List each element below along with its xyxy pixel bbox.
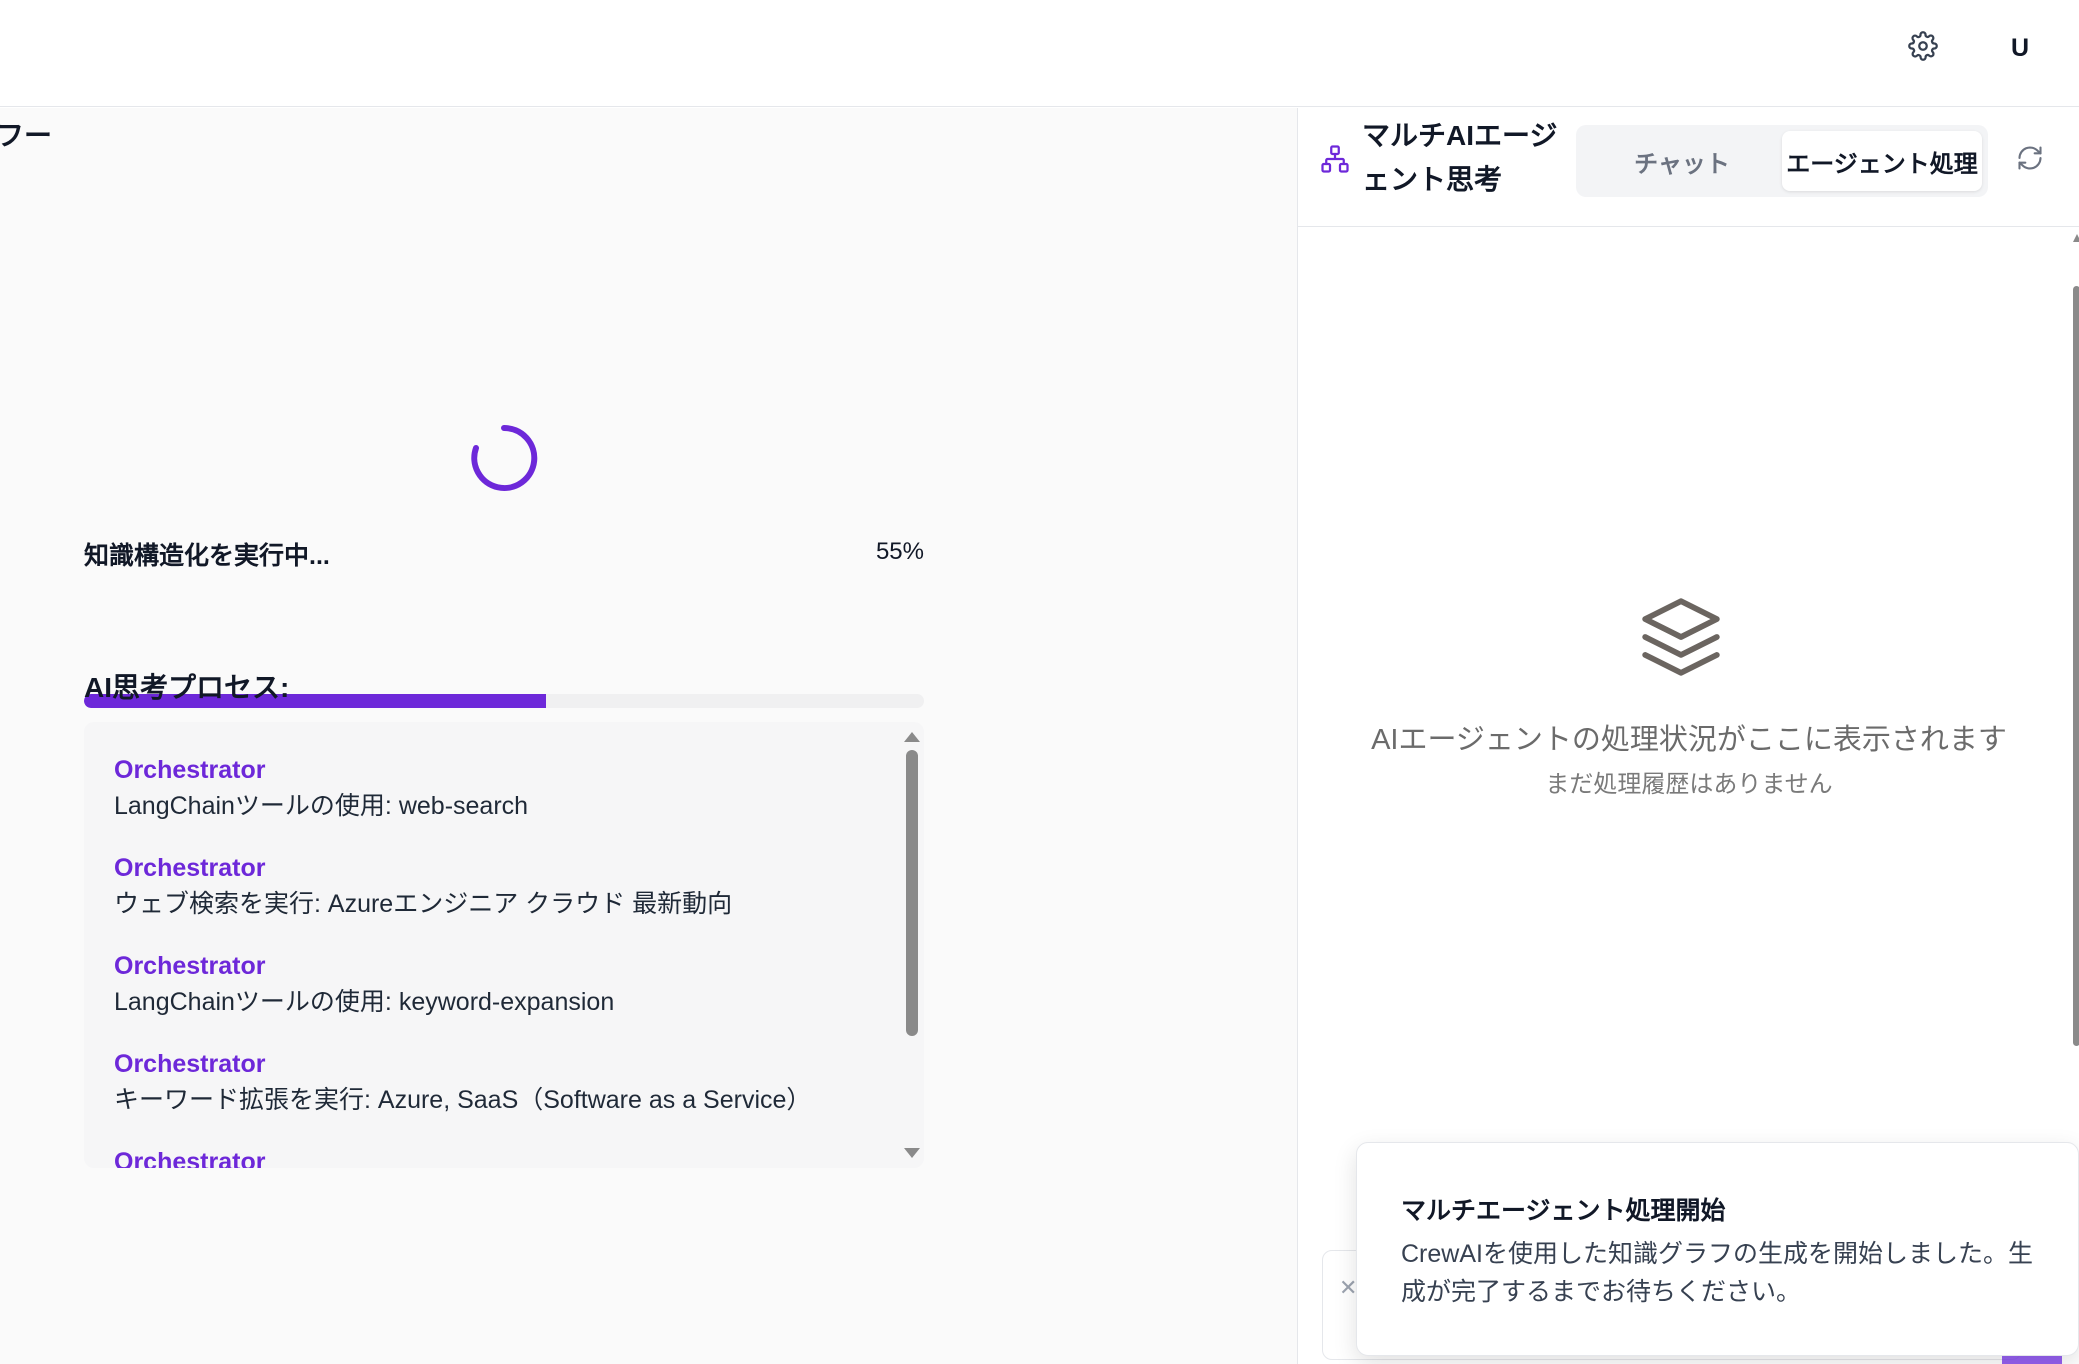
- refresh-button[interactable]: [2012, 140, 2048, 176]
- agent-panel-title: マルチAIエージェント思考: [1362, 120, 1558, 195]
- log-message: LangChainツールの使用: keyword-expansion: [114, 988, 615, 1016]
- tab-agent-processing[interactable]: エージェント処理: [1782, 131, 1982, 191]
- log-agent-name: Orchestrator: [114, 854, 266, 882]
- log-agent-name: Orchestrator: [114, 952, 266, 980]
- top-bar: U: [0, 0, 2079, 107]
- log-agent-name: Orchestrator: [114, 756, 266, 784]
- scroll-down-arrow-icon[interactable]: [904, 1148, 920, 1158]
- panel-scroll-up-arrow-icon[interactable]: [2073, 234, 2079, 242]
- panel-tabs: チャット エージェント処理: [1576, 125, 1988, 197]
- agent-panel-header: マルチAIエージェント思考 チャット エージェント処理: [1298, 108, 2079, 227]
- process-heading: AI思考プロセス:: [84, 672, 290, 703]
- toast-body: CrewAIを使用した知識グラフの生成を開始しました。生成が完了するまでお待ちく…: [1401, 1240, 2033, 1306]
- empty-state-subtitle: まだ処理履歴はありません: [1545, 771, 1833, 798]
- log-message: ウェブ検索を実行: Azureエンジニア クラウド 最新動向: [114, 890, 733, 918]
- user-avatar[interactable]: U: [1998, 26, 2042, 70]
- page-title: フー: [0, 120, 53, 151]
- log-message: LangChainツールの使用: web-search: [114, 792, 529, 820]
- toast-notification: マルチエージェント処理開始 CrewAIを使用した知識グラフの生成を開始しました…: [1356, 1142, 2079, 1356]
- gear-icon: [1908, 31, 1938, 61]
- panel-scrollbar-thumb[interactable]: [2073, 286, 2079, 1046]
- log-item: Orchestrator: [114, 1144, 874, 1168]
- loading-spinner-icon: [471, 424, 538, 491]
- log-item: Orchestrator ウェブ検索を実行: Azureエンジニア クラウド 最新…: [114, 850, 874, 948]
- progress-percent: 55%: [875, 538, 924, 565]
- close-icon[interactable]: ✕: [1339, 1275, 1357, 1301]
- process-log[interactable]: Orchestrator LangChainツールの使用: web-search O…: [84, 722, 924, 1168]
- log-agent-name: Orchestrator: [114, 1148, 266, 1168]
- agents-network-icon: [1321, 145, 1349, 173]
- log-message: キーワード拡張を実行: Azure, SaaS（Software as a Se…: [114, 1086, 812, 1114]
- settings-button[interactable]: [1905, 28, 1941, 64]
- tab-chat[interactable]: チャット: [1582, 131, 1782, 191]
- scrollbar-thumb[interactable]: [906, 750, 918, 1036]
- log-list: Orchestrator LangChainツールの使用: web-search O…: [114, 752, 874, 1168]
- log-agent-name: Orchestrator: [114, 1050, 266, 1078]
- main-panel: フー 知識構造化を実行中... 55% AI思考プロセス: Orchestrat…: [0, 108, 1297, 1364]
- scroll-up-arrow-icon[interactable]: [904, 732, 920, 742]
- empty-state-title: AIエージェントの処理状況がここに表示されます: [1371, 724, 2007, 756]
- layers-icon: [1642, 598, 1720, 676]
- toast-title: マルチエージェント処理開始: [1401, 1197, 1726, 1225]
- log-item: Orchestrator LangChainツールの使用: web-search: [114, 752, 874, 850]
- log-item: Orchestrator キーワード拡張を実行: Azure, SaaS（Soft…: [114, 1046, 874, 1144]
- refresh-icon: [2018, 146, 2042, 170]
- progress-label: 知識構造化を実行中...: [84, 542, 330, 570]
- main-header: フー: [0, 108, 1297, 188]
- log-item: Orchestrator LangChainツールの使用: keyword-exp…: [114, 948, 874, 1046]
